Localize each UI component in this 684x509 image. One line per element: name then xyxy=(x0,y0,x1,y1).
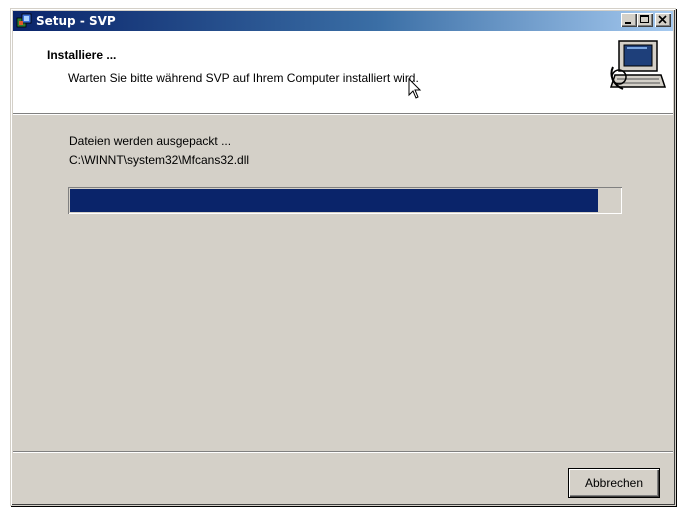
progress-fill xyxy=(70,189,598,212)
progress-bar xyxy=(68,187,622,214)
window-title: Setup - SVP xyxy=(36,14,116,28)
wizard-header: Installiere ... Warten Sie bitte während… xyxy=(13,31,673,115)
minimize-icon[interactable] xyxy=(621,13,637,27)
setup-window: Setup - SVP Installiere ... Warten Sie b… xyxy=(10,8,676,506)
current-file-path: C:\WINNT\system32\Mfcans32.dll xyxy=(69,153,250,167)
computer-install-icon xyxy=(609,37,667,95)
page-title: Installiere ... xyxy=(47,48,117,62)
cancel-button[interactable]: Abbrechen xyxy=(569,469,659,497)
caption-buttons xyxy=(621,13,671,27)
page-subtitle: Warten Sie bitte während SVP auf Ihrem C… xyxy=(68,71,419,85)
footer-divider xyxy=(13,451,673,453)
setup-icon xyxy=(16,13,32,28)
status-text: Dateien werden ausgepackt ... xyxy=(69,134,232,148)
title-bar[interactable]: Setup - SVP xyxy=(13,11,673,31)
mouse-cursor-icon xyxy=(408,78,422,99)
close-icon[interactable] xyxy=(655,13,671,27)
maximize-icon[interactable] xyxy=(637,13,653,27)
